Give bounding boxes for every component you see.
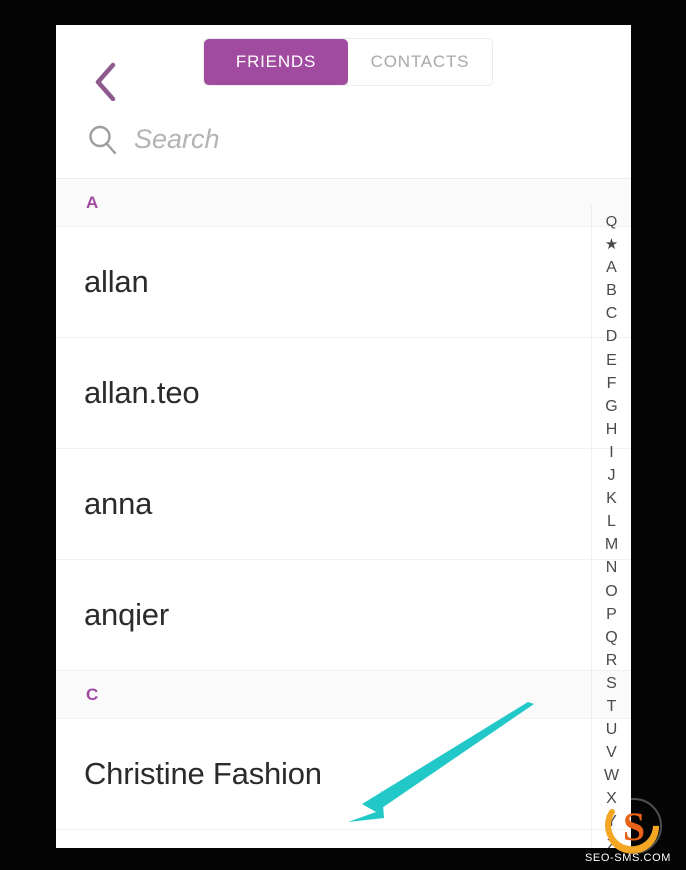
contact-name: allan: [84, 264, 149, 299]
star-icon[interactable]: ★: [592, 233, 631, 256]
phone-screen: FRIENDS CONTACTS Search A allan allan.te…: [56, 25, 631, 848]
app-header: FRIENDS CONTACTS: [56, 25, 631, 103]
list-item[interactable]: Christine Fashion: [56, 719, 631, 830]
watermark-text: SEO-SMS.COM: [584, 852, 672, 864]
search-bar[interactable]: Search: [56, 101, 631, 179]
alpha-index-P[interactable]: P: [592, 603, 631, 626]
search-icon: [86, 123, 120, 157]
alpha-index-O[interactable]: O: [592, 580, 631, 603]
alpha-index-F[interactable]: F: [592, 372, 631, 395]
alpha-index-Z[interactable]: Z: [592, 834, 631, 848]
chevron-left-icon: [92, 62, 118, 102]
alpha-index-U[interactable]: U: [592, 718, 631, 741]
alpha-index-A[interactable]: A: [592, 256, 631, 279]
section-letter: C: [86, 684, 99, 704]
alpha-index-B[interactable]: B: [592, 279, 631, 302]
list-item[interactable]: anna: [56, 449, 631, 560]
section-header-c: C: [56, 671, 631, 719]
alpha-index-S[interactable]: S: [592, 672, 631, 695]
contact-name: Christine Fashion: [84, 756, 322, 791]
alpha-index-T[interactable]: T: [592, 695, 631, 718]
tab-friends[interactable]: FRIENDS: [204, 39, 348, 85]
contact-name: anqier: [84, 597, 169, 632]
tab-contacts[interactable]: CONTACTS: [348, 39, 492, 85]
alpha-index-M[interactable]: M: [592, 533, 631, 556]
alpha-index-H[interactable]: H: [592, 418, 631, 441]
alpha-index-G[interactable]: G: [592, 395, 631, 418]
alpha-index-E[interactable]: E: [592, 349, 631, 372]
alpha-index-W[interactable]: W: [592, 764, 631, 787]
screenshot-root: FRIENDS CONTACTS Search A allan allan.te…: [0, 0, 686, 870]
alphabet-index-bar[interactable]: Q★ABCDEFGHIJKLMNOPQRSTUVWXYZ#: [591, 204, 631, 848]
alpha-index-C[interactable]: C: [592, 302, 631, 325]
alpha-index-X[interactable]: X: [592, 787, 631, 810]
contacts-list: A allan allan.teo anna anqier C Christin…: [56, 179, 631, 848]
tab-contacts-label: CONTACTS: [370, 52, 470, 71]
alpha-index-Y[interactable]: Y: [592, 810, 631, 833]
alpha-index-J[interactable]: J: [592, 464, 631, 487]
contact-name: anna: [84, 486, 153, 521]
list-item[interactable]: allan: [56, 227, 631, 338]
alpha-index-N[interactable]: N: [592, 556, 631, 579]
tab-bar: FRIENDS CONTACTS: [203, 38, 493, 86]
alpha-index-K[interactable]: K: [592, 487, 631, 510]
alpha-index-L[interactable]: L: [592, 510, 631, 533]
alpha-index-R[interactable]: R: [592, 649, 631, 672]
list-item[interactable]: anqier: [56, 560, 631, 671]
alpha-index-V[interactable]: V: [592, 741, 631, 764]
section-letter: A: [86, 192, 99, 212]
back-button[interactable]: [84, 61, 126, 103]
alpha-index-I[interactable]: I: [592, 441, 631, 464]
section-header-a: A: [56, 179, 631, 227]
search-input[interactable]: Search: [134, 124, 220, 155]
tab-friends-label: FRIENDS: [235, 52, 317, 71]
alpha-index-Q[interactable]: Q: [592, 626, 631, 649]
search-icon[interactable]: Q: [592, 210, 631, 233]
contact-name: allan.teo: [84, 375, 200, 410]
list-item[interactable]: allan.teo: [56, 338, 631, 449]
alpha-index-D[interactable]: D: [592, 325, 631, 348]
